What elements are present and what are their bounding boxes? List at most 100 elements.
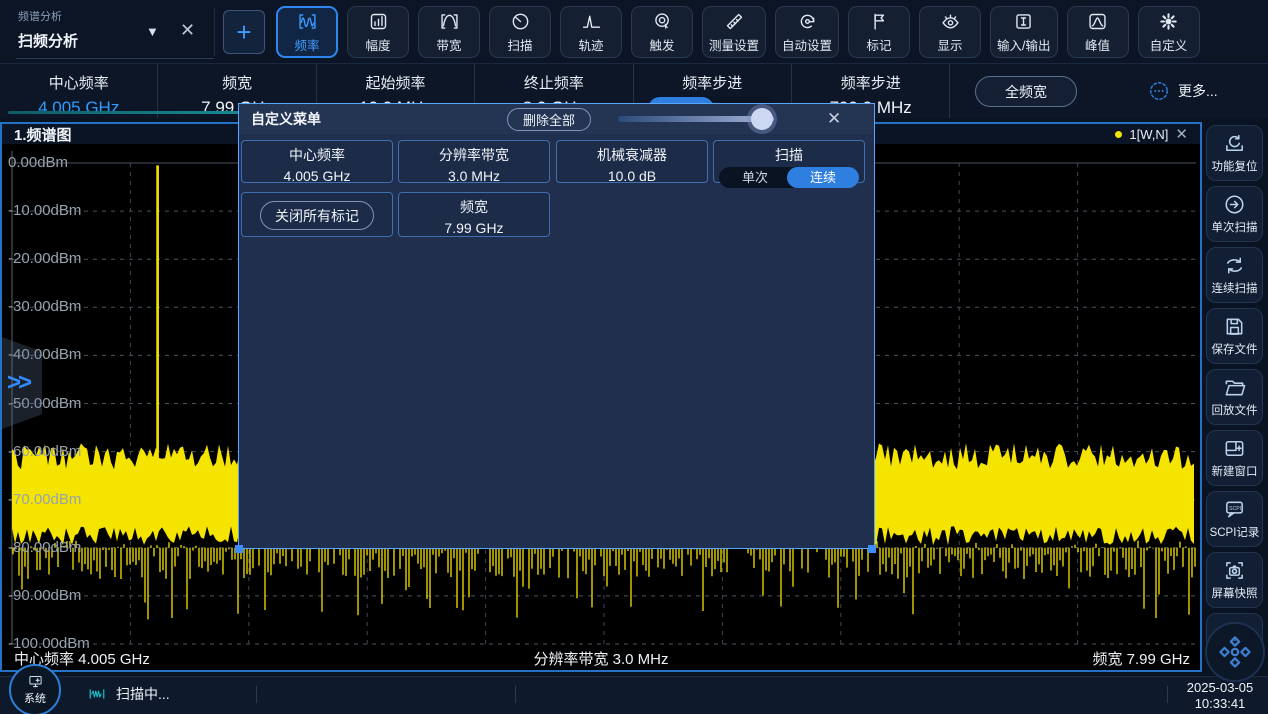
dialog-cell-频宽[interactable]: 频宽7.99 GHz xyxy=(398,192,550,237)
right-sidebar: 功能复位单次扫描连续扫描保存文件回放文件新建窗口 SCPI SCPI记录屏幕快照 xyxy=(1202,122,1268,672)
toggle-option-单次[interactable]: 单次 xyxy=(719,167,791,188)
toolbar-button-自定义[interactable]: 自定义 xyxy=(1138,6,1200,58)
dialog-cell-中心频率[interactable]: 中心频率4.005 GHz xyxy=(241,140,393,183)
sidebar-button-label: SCPI记录 xyxy=(1210,524,1260,540)
toolbar-button-测量设置[interactable]: 测量设置 xyxy=(702,6,766,58)
new-window-icon xyxy=(1223,437,1246,460)
y-axis-tick-label: -80.00dBm xyxy=(8,539,81,556)
toolbar-button-显示[interactable]: 显示 xyxy=(919,6,981,58)
system-menu-button[interactable]: 系统 xyxy=(9,664,61,714)
resize-handle-left[interactable] xyxy=(235,545,243,553)
dialog-cell-分辨率带宽[interactable]: 分辨率带宽3.0 MHz xyxy=(398,140,550,183)
single-sweep-icon xyxy=(1223,193,1246,216)
toolbar-button-label: 频率 xyxy=(294,35,319,54)
toolbar-divider xyxy=(214,8,215,56)
toggle-option-连续[interactable]: 连续 xyxy=(787,167,859,188)
more-label: 更多... xyxy=(1178,81,1218,101)
cell-value: 10.0 dB xyxy=(557,168,707,184)
screenshot-icon xyxy=(1223,559,1246,582)
footer-span: 频宽 7.99 GHz xyxy=(1092,648,1190,669)
toolbar-button-label: 自动设置 xyxy=(782,35,832,54)
autoset-icon xyxy=(797,11,818,32)
toolbar-button-label: 带宽 xyxy=(436,35,461,54)
custom-menu-dialog: 自定义菜单 删除全部 ✕ 中心频率4.005 GHz分辨率带宽3.0 MHz机械… xyxy=(238,103,875,549)
app-category-label: 频谱分析 xyxy=(18,8,148,24)
resize-handle-right[interactable] xyxy=(868,545,876,553)
toolbar-button-扫描[interactable]: 扫描 xyxy=(489,6,551,58)
footer-rbw: 分辨率带宽 3.0 MHz xyxy=(2,648,1200,669)
toolbar-button-峰值[interactable]: 峰值 xyxy=(1067,6,1129,58)
navigation-clover-button[interactable] xyxy=(1205,622,1265,682)
frequency-icon xyxy=(297,11,318,32)
delete-all-button[interactable]: 删除全部 xyxy=(507,108,591,131)
cell-label: 机械衰减器 xyxy=(557,145,707,165)
clover-nav-icon xyxy=(1216,633,1254,671)
dialog-slider[interactable] xyxy=(618,116,774,122)
param-label: 频宽 xyxy=(158,72,315,93)
amplitude-icon xyxy=(368,11,389,32)
sidebar-button-屏幕快照[interactable]: 屏幕快照 xyxy=(1206,552,1263,608)
param-label: 起始频率 xyxy=(317,72,474,93)
gear-icon xyxy=(1158,11,1179,32)
toolbar-button-label: 测量设置 xyxy=(709,35,759,54)
sidebar-button-功能复位[interactable]: 功能复位 xyxy=(1206,125,1263,181)
cell-value: 4.005 GHz xyxy=(242,168,392,184)
trace-badge: 1[W,N] ✕ xyxy=(1115,125,1188,143)
sidebar-button-保存文件[interactable]: 保存文件 xyxy=(1206,308,1263,364)
datetime-display: 2025-03-05 10:33:41 xyxy=(1178,680,1262,712)
dialog-cell-扫描[interactable]: 扫描单次连续 xyxy=(713,140,865,183)
trace-color-dot xyxy=(1115,131,1122,138)
replay-file-icon xyxy=(1223,376,1246,399)
toolbar-button-label: 扫描 xyxy=(507,35,532,54)
svg-text:SCPI: SCPI xyxy=(1229,506,1241,512)
toolbar-button-label: 标记 xyxy=(867,35,892,54)
scpi-log-icon: SCPI xyxy=(1223,498,1246,521)
toolbar-button-幅度[interactable]: 幅度 xyxy=(347,6,409,58)
app-selector-underline xyxy=(16,58,214,59)
toolbar-button-group: 频率 幅度带宽 扫描 轨迹触发测量设置 自动设置 标记 显示 输入/输出峰值自定义 xyxy=(276,6,1200,58)
add-measurement-button[interactable]: + xyxy=(223,10,265,54)
y-axis-tick-label: -60.00dBm xyxy=(8,443,81,460)
sidebar-button-回放文件[interactable]: 回放文件 xyxy=(1206,369,1263,425)
sweep-mode-toggle[interactable]: 单次连续 xyxy=(719,167,859,188)
param-column-中心频率-0[interactable]: 中心频率4.005 GHz xyxy=(0,64,158,118)
y-axis-tick-label: 0.00dBm xyxy=(8,154,68,171)
param-label: 终止频率 xyxy=(475,72,632,93)
sidebar-button-label: 保存文件 xyxy=(1212,341,1258,357)
sidebar-button-SCPI记录[interactable]: SCPI SCPI记录 xyxy=(1206,491,1263,547)
dialog-cell-close-all-markers[interactable]: 关闭所有标记 xyxy=(241,192,393,237)
toolbar-button-轨迹[interactable]: 轨迹 xyxy=(560,6,622,58)
full-span-button[interactable]: 全频宽 xyxy=(975,76,1077,107)
sidebar-button-label: 新建窗口 xyxy=(1212,463,1258,479)
toolbar-button-频率[interactable]: 频率 xyxy=(276,6,338,58)
sweep-wave-icon xyxy=(86,685,108,703)
continuous-sweep-icon xyxy=(1223,254,1246,277)
cell-value: 3.0 MHz xyxy=(399,168,549,184)
toolbar-button-输入/输出[interactable]: 输入/输出 xyxy=(990,6,1057,58)
toolbar-button-带宽[interactable]: 带宽 xyxy=(418,6,480,58)
close-dialog-icon[interactable]: ✕ xyxy=(827,109,841,129)
y-axis-tick-label: -100.00dBm xyxy=(8,635,90,652)
dialog-title: 自定义菜单 xyxy=(251,109,321,129)
statusbar-divider xyxy=(1167,686,1168,703)
close-app-icon[interactable]: ✕ xyxy=(180,20,195,41)
toolbar-button-自动设置[interactable]: 自动设置 xyxy=(775,6,839,58)
dialog-cell-机械衰减器[interactable]: 机械衰减器 10.0 dB xyxy=(556,140,708,183)
more-params-button[interactable]: 更多... xyxy=(1148,80,1218,102)
app-mode-selector[interactable]: 频谱分析 扫频分析 xyxy=(18,8,148,51)
toolbar-button-触发[interactable]: 触发 xyxy=(631,6,693,58)
slider-thumb[interactable] xyxy=(751,108,773,130)
param-label: 频率步进 xyxy=(634,72,791,93)
chevron-down-icon[interactable]: ▼ xyxy=(146,24,159,39)
close-chart-icon[interactable]: ✕ xyxy=(1175,125,1188,143)
sidebar-button-连续扫描[interactable]: 连续扫描 xyxy=(1206,247,1263,303)
sidebar-button-新建窗口[interactable]: 新建窗口 xyxy=(1206,430,1263,486)
expand-drawer-handle[interactable]: >> xyxy=(2,337,42,429)
param-label: 中心频率 xyxy=(0,72,157,93)
sidebar-button-label: 回放文件 xyxy=(1212,402,1258,418)
toolbar-button-标记[interactable]: 标记 xyxy=(848,6,910,58)
sidebar-button-单次扫描[interactable]: 单次扫描 xyxy=(1206,186,1263,242)
close-all-markers-button[interactable]: 关闭所有标记 xyxy=(260,201,374,230)
io-icon xyxy=(1013,11,1034,32)
toolbar-button-label: 显示 xyxy=(938,35,963,54)
